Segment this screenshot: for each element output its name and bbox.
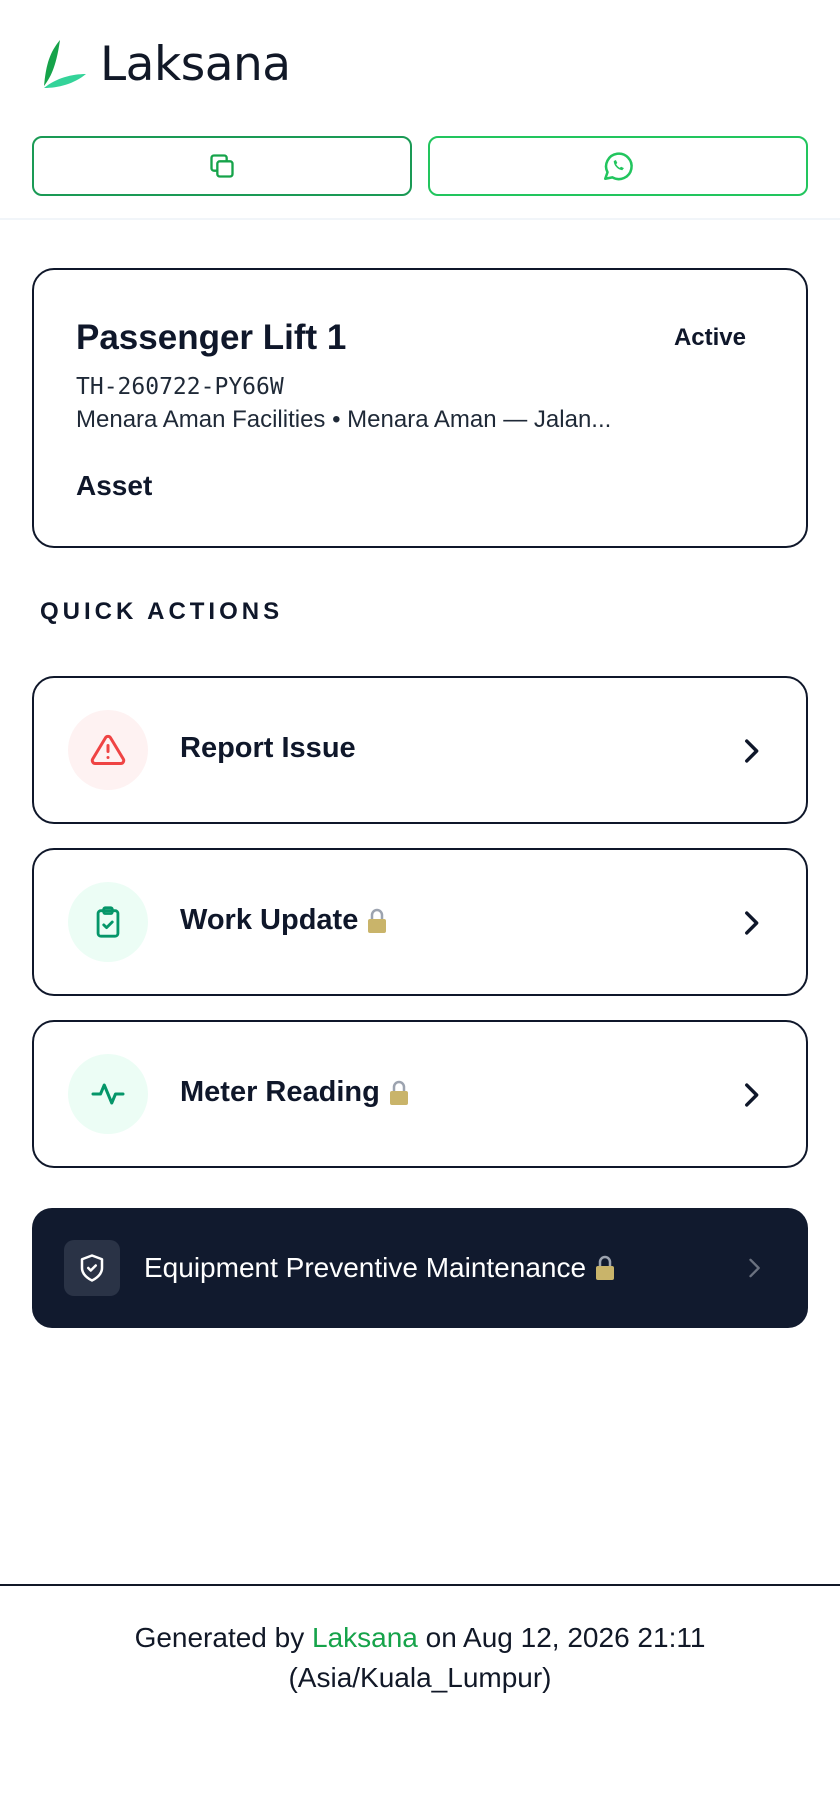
copy-button[interactable] [32, 136, 412, 196]
pm-label: Equipment Preventive Maintenance [144, 1252, 587, 1283]
footer-divider [0, 1584, 840, 1586]
meter-reading-action[interactable]: Meter Reading [32, 1020, 808, 1168]
warning-triangle-icon [90, 734, 126, 765]
meter-reading-icon-wrap [68, 1054, 148, 1134]
footer-suffix: on Aug 12, 2026 21:11 [417, 1622, 706, 1653]
asset-name: Passenger Lift 1 [76, 318, 347, 357]
report-issue-label: Report Issue [180, 732, 356, 764]
action-label: Work Update [180, 904, 388, 937]
lock-icon [366, 908, 388, 934]
shield-check-icon [80, 1254, 104, 1282]
footer-prefix: Generated by [134, 1622, 313, 1653]
lock-icon [594, 1255, 616, 1281]
copy-icon [210, 154, 234, 178]
whatsapp-share-button[interactable] [428, 136, 808, 196]
work-update-label: Work Update [180, 904, 359, 936]
pulse-icon [91, 1083, 125, 1105]
header: Laksana [0, 0, 840, 220]
footer: Generated by Laksana on Aug 12, 2026 21:… [0, 1618, 840, 1698]
report-issue-icon-wrap [68, 710, 148, 790]
lock-icon [388, 1080, 410, 1106]
clipboard-check-icon [96, 906, 120, 938]
asset-card: Passenger Lift 1 Active TH-260722-PY66W … [32, 268, 808, 548]
pm-label-wrap: Equipment Preventive Maintenance [144, 1252, 616, 1284]
whatsapp-icon [603, 152, 633, 181]
asset-code: TH-260722-PY66W [76, 374, 284, 400]
leaf-logo-icon [44, 40, 86, 88]
work-update-icon-wrap [68, 882, 148, 962]
chevron-right-icon [745, 1083, 759, 1107]
chevron-right-icon [745, 739, 759, 763]
footer-timezone: (Asia/Kuala_Lumpur) [288, 1662, 552, 1693]
asset-type: Asset [76, 470, 153, 501]
asset-location: Menara Aman Facilities • Menara Aman — J… [76, 406, 612, 433]
chevron-right-icon [745, 911, 759, 935]
work-update-action[interactable]: Work Update [32, 848, 808, 996]
footer-brand-link[interactable]: Laksana [312, 1622, 418, 1653]
action-label: Report Issue [180, 732, 356, 765]
footer-generated-line: Generated by Laksana on Aug 12, 2026 21:… [0, 1618, 840, 1658]
preventive-maintenance-button[interactable]: Equipment Preventive Maintenance [32, 1208, 808, 1328]
status-badge: Active [673, 324, 746, 351]
brand-logo: Laksana [40, 36, 291, 92]
brand-name: Laksana [100, 36, 291, 92]
pm-icon-wrap [64, 1240, 120, 1296]
chevron-right-icon [749, 1258, 760, 1278]
report-issue-action[interactable]: Report Issue [32, 676, 808, 824]
action-label: Meter Reading [180, 1076, 410, 1109]
quick-actions-title: QUICK ACTIONS [40, 598, 284, 625]
meter-reading-label: Meter Reading [180, 1076, 380, 1108]
